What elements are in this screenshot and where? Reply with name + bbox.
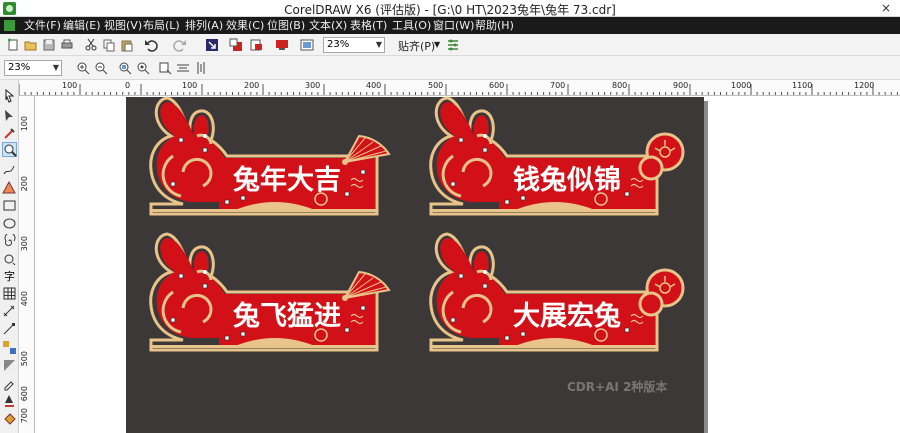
straight-line-connector-icon[interactable] xyxy=(2,322,17,337)
menu-bar: 文件(F) 编辑(E) 视图(V) 布局(L) 排列(A) 效果(C) 位图(B… xyxy=(0,17,900,34)
export-icon[interactable] xyxy=(229,38,243,52)
chevron-down-icon: ▼ xyxy=(375,40,382,49)
title-bar: CorelDRAW X6 (评估版) - [G:\0 HT\2023兔年\兔年 … xyxy=(0,0,900,17)
options-icon[interactable] xyxy=(446,38,460,52)
design-card-4[interactable]: 大展宏兔 xyxy=(425,232,695,357)
zoom-to-page-width-icon[interactable] xyxy=(176,61,190,75)
zoom-level-value: 23% xyxy=(327,39,350,50)
menu-tools[interactable]: 工具(O) xyxy=(392,19,431,32)
design-card-1[interactable]: 兔年大吉 xyxy=(145,96,415,221)
snap-to-button[interactable]: 贴齐(P) xyxy=(398,38,435,54)
rabbit-banner-1: 兔年大吉 xyxy=(149,96,390,216)
design-card-2[interactable]: 钱兔似锦 xyxy=(425,96,695,221)
menu-edit[interactable]: 编辑(E) xyxy=(63,19,101,32)
property-bar: 23% ▼ xyxy=(0,56,900,80)
horizontal-ruler[interactable]: 100 0 100 200 300 400 500 600 700 800 90… xyxy=(19,80,900,96)
ruler-label: 500 xyxy=(20,351,29,367)
menu-bitmaps[interactable]: 位图(B) xyxy=(267,19,305,32)
card-title: 大展宏兔 xyxy=(513,300,621,332)
toolbox: 字 xyxy=(0,80,19,433)
snap-dropdown-icon[interactable]: ▼ xyxy=(434,40,440,49)
menu-file[interactable]: 文件(F) xyxy=(24,19,61,32)
rabbit-banner-2: 钱兔似锦 xyxy=(429,96,685,216)
ruler-label: 300 xyxy=(20,236,29,252)
pick-tool-icon[interactable] xyxy=(2,88,17,103)
eyedropper-tool-icon[interactable] xyxy=(2,376,17,391)
new-document-icon[interactable] xyxy=(6,38,20,52)
zoom-to-selected-icon[interactable] xyxy=(118,61,132,75)
ruler-label: 600 xyxy=(20,386,29,402)
outline-pen-tool-icon[interactable] xyxy=(2,394,17,409)
parallel-dimension-tool-icon[interactable] xyxy=(2,304,17,319)
rectangle-tool-icon[interactable] xyxy=(2,198,17,213)
window-title: CorelDRAW X6 (评估版) - [G:\0 HT\2023兔年\兔年 … xyxy=(284,3,616,17)
redo-icon[interactable] xyxy=(173,38,187,52)
menu-effects[interactable]: 效果(C) xyxy=(226,19,264,32)
menu-view[interactable]: 视图(V) xyxy=(104,19,142,32)
table-tool-icon[interactable] xyxy=(2,286,17,301)
menu-table[interactable]: 表格(T) xyxy=(350,19,387,32)
smart-fill-tool-icon[interactable] xyxy=(2,180,17,195)
paste-icon[interactable] xyxy=(120,38,134,52)
document-menu-icon[interactable] xyxy=(4,20,15,31)
spiral-tool-icon[interactable] xyxy=(2,234,17,249)
crop-tool-icon[interactable] xyxy=(2,126,17,141)
ruler-label: 100 xyxy=(20,116,29,132)
fill-tool-icon[interactable] xyxy=(2,412,17,427)
freehand-tool-icon[interactable] xyxy=(2,162,17,177)
application-launcher-icon[interactable] xyxy=(275,38,289,52)
menu-layout[interactable]: 布局(L) xyxy=(143,19,180,32)
publish-pdf-icon[interactable] xyxy=(249,38,263,52)
zoom-out-icon[interactable] xyxy=(94,61,108,75)
basic-shapes-tool-icon[interactable] xyxy=(2,252,17,267)
blend-tool-icon[interactable] xyxy=(2,340,17,355)
ruler-label: 200 xyxy=(20,176,29,192)
ruler-label: 400 xyxy=(20,291,29,307)
vertical-ruler[interactable]: 100 200 300 400 500 600 700 xyxy=(19,96,35,433)
save-icon[interactable] xyxy=(42,38,56,52)
zoom-level-select[interactable]: 23% ▼ xyxy=(323,37,385,53)
shape-tool-icon[interactable] xyxy=(2,108,17,123)
transparency-tool-icon[interactable] xyxy=(2,358,17,373)
menu-help[interactable]: 帮助(H) xyxy=(475,19,514,32)
rabbit-banner-3: 兔飞猛进 xyxy=(149,232,390,352)
card-title: 钱兔似锦 xyxy=(513,165,621,196)
zoom-to-page-height-icon[interactable] xyxy=(194,61,208,75)
import-icon[interactable] xyxy=(205,38,219,52)
ruler-label: 700 xyxy=(20,408,29,424)
card-title: 兔年大吉 xyxy=(233,164,341,196)
menu-window[interactable]: 窗口(W) xyxy=(433,19,474,32)
rabbit-banner-4: 大展宏兔 xyxy=(429,232,685,352)
card-title: 兔飞猛进 xyxy=(233,301,341,332)
zoom-levels-value: 23% xyxy=(8,62,31,73)
zoom-in-icon[interactable] xyxy=(76,61,90,75)
watermark-text: CDR+AI 2种版本 xyxy=(567,380,668,394)
zoom-levels-select[interactable]: 23% ▼ xyxy=(4,60,62,76)
copy-icon[interactable] xyxy=(102,38,116,52)
cut-icon[interactable] xyxy=(84,38,98,52)
close-window-button[interactable]: × xyxy=(872,0,900,17)
page-shadow xyxy=(704,101,708,433)
undo-icon[interactable] xyxy=(144,38,158,52)
ellipse-tool-icon[interactable] xyxy=(2,216,17,231)
zoom-to-all-objects-icon[interactable] xyxy=(136,61,150,75)
menu-text[interactable]: 文本(X) xyxy=(309,19,347,32)
print-icon[interactable] xyxy=(60,38,74,52)
chevron-down-icon: ▼ xyxy=(52,63,59,72)
welcome-screen-icon[interactable] xyxy=(300,38,314,52)
zoom-to-page-icon[interactable] xyxy=(158,61,172,75)
zoom-tool-icon[interactable] xyxy=(2,142,17,157)
standard-toolbar: 23% ▼ 贴齐(P) ▼ xyxy=(0,34,900,56)
design-card-3[interactable]: 兔飞猛进 xyxy=(145,232,415,357)
menu-arrange[interactable]: 排列(A) xyxy=(185,19,223,32)
text-tool-icon[interactable]: 字 xyxy=(2,268,17,283)
ruler-ticks-h xyxy=(19,84,898,95)
open-folder-icon[interactable] xyxy=(24,38,38,52)
